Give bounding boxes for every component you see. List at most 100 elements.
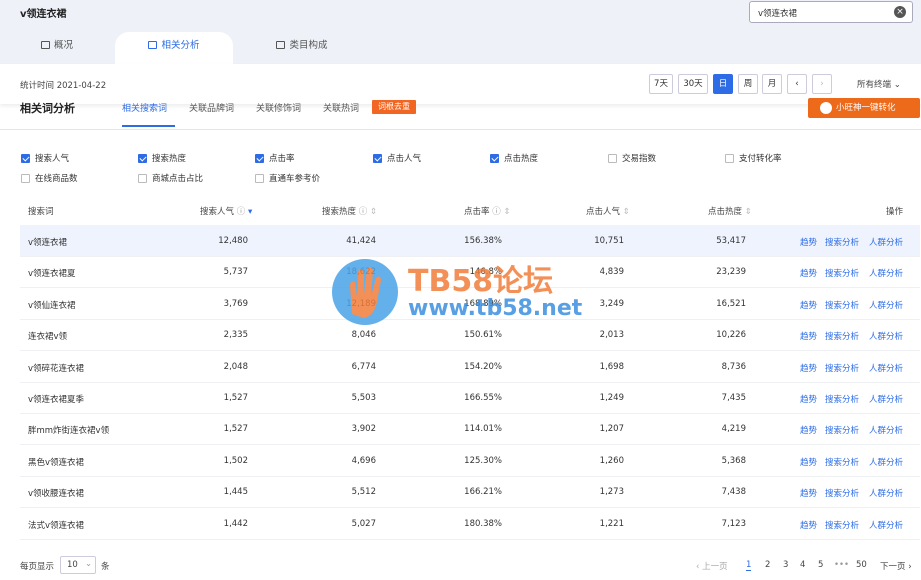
next-date-button[interactable]: › [812,74,832,94]
table-row[interactable]: v领收腰连衣裙 1,445 5,512 166.21% 1,273 7,438 趋势 搜索分析… [20,476,920,509]
tab-related-analysis[interactable]: 相关分析 [115,32,233,64]
page-50[interactable]: 50 [856,560,867,570]
value-cell: 1,445 [223,487,248,498]
page-5[interactable]: 5 [818,560,823,570]
value-cell: 1,207 [599,424,624,435]
table-row[interactable]: v领碎花连衣裙 2,048 6,774 154.20% 1,698 8,736 趋势 搜索分析… [20,351,920,383]
value-cell: 5,512 [351,487,376,498]
sort-icon: ▾ [247,207,253,217]
crowd-analysis-link[interactable]: 人群分析 [869,519,903,531]
page-2[interactable]: 2 [765,560,770,570]
sort-icon: ⇕ [369,207,378,217]
trend-link[interactable]: 趋势 [800,362,817,374]
table-row[interactable]: 胖mm炸街连衣裙v领 1,527 3,902 114.01% 1,207 4,219 趋势搜… [20,413,920,446]
value-cell: 156.38% [464,236,502,246]
trend-link[interactable]: 趋势 [800,299,817,311]
value-cell: 6,774 [351,361,376,372]
related-words-section: 相关词分析 相关搜索词 关联品牌词 关联修饰词 关联热词 词根去重 小旺神一键转… [0,98,921,130]
page-ellipsis[interactable]: ••• [834,560,849,570]
value-cell: 5,027 [351,518,376,529]
search-analysis-link[interactable]: 搜索分析 [825,299,859,311]
crowd-analysis-link[interactable]: 人群分析 [869,299,903,311]
crowd-analysis-link[interactable]: 人群分析 [869,393,903,405]
col-click-heat[interactable]: 点击热度 ⇕ [708,205,752,217]
page-3[interactable]: 3 [783,560,788,570]
search-analysis-link[interactable]: 搜索分析 [825,456,859,468]
value-cell: 166.55% [464,393,502,403]
trend-link[interactable]: 趋势 [800,393,817,405]
home-icon [276,41,286,49]
value-cell: 1,260 [599,455,624,466]
search-analysis-link[interactable]: 搜索分析 [825,424,859,436]
crowd-analysis-link[interactable]: 人群分析 [869,362,903,374]
value-cell: 1,442 [223,518,248,529]
page-4[interactable]: 4 [800,560,805,570]
prev-page-button[interactable]: ‹ 上一页 [696,560,728,572]
subtab-brand[interactable]: 关联品牌词 [189,101,234,114]
trend-link[interactable]: 趋势 [800,487,817,499]
table-row[interactable]: 法式v领连衣裙 1,442 5,027 180.38% 1,221 7,123 趋势 搜索分析… [20,508,920,540]
period-30d-button[interactable]: 30天 [678,74,708,94]
value-cell: 180.38% [464,518,502,529]
watermark-logo: TB58论坛 www.tb58.net [330,248,600,338]
home-icon [40,41,50,49]
root-dedupe-badge[interactable]: 词根去重 [372,100,416,114]
trend-link[interactable]: 趋势 [800,456,817,468]
value-cell: 3,769 [223,298,248,309]
next-page-button[interactable]: 下一页 › [880,560,912,572]
period-7d-button[interactable]: 7天 [649,74,673,94]
value-cell: 23,239 [716,267,746,278]
tab-category[interactable]: 类目构成 [262,32,342,64]
value-cell: 5,368 [721,455,746,466]
terminal-select[interactable]: 所有终端 ⌄ [857,78,901,90]
col-search-popularity[interactable]: 搜索人气 ⓘ ▾ [200,205,252,217]
home-icon [148,41,158,49]
search-analysis-link[interactable]: 搜索分析 [825,519,859,531]
value-cell: 2,335 [223,330,248,341]
crowd-analysis-link[interactable]: 人群分析 [869,236,903,248]
table-row[interactable]: v领连衣裙夏季 1,527 5,503 166.55% 1,249 7,435 趋势 搜索分析… [20,382,920,414]
table-row[interactable]: 黑色v领连衣裙 1,502 4,696 125.30% 1,260 5,368 趋势 搜索分析… [20,445,920,477]
value-cell: 7,435 [721,393,746,403]
crowd-analysis-link[interactable]: 人群分析 [869,456,903,468]
trend-link[interactable]: 趋势 [800,236,817,248]
trend-link[interactable]: 趋势 [800,424,817,436]
period-month-button[interactable]: 月 [762,74,782,94]
trend-link[interactable]: 趋势 [800,267,817,279]
convert-button[interactable]: 小旺神一键转化 [808,98,920,118]
value-cell: 12,480 [218,236,248,246]
col-search-heat[interactable]: 搜索热度 ⓘ ⇕ [322,205,377,217]
trend-link[interactable]: 趋势 [800,330,817,342]
subtab-modifier[interactable]: 关联修饰词 [256,101,301,114]
crowd-analysis-link[interactable]: 人群分析 [869,487,903,499]
per-page-select[interactable]: 10 ⌄ [60,556,96,574]
value-cell: 5,737 [223,267,248,278]
trend-link[interactable]: 趋势 [800,519,817,531]
col-ctr[interactable]: 点击率 ⓘ ⇕ [464,205,511,217]
search-input[interactable]: v领连衣裙 × [749,1,913,23]
search-analysis-link[interactable]: 搜索分析 [825,487,859,499]
subtab-hot[interactable]: 关联热词 [323,101,359,114]
wangwang-icon [820,102,832,114]
sort-icon: ⇕ [744,207,752,217]
clear-icon[interactable]: × [894,6,906,18]
value-cell: 1,502 [223,455,248,466]
page-1[interactable]: 1 [746,560,752,571]
crowd-analysis-link[interactable]: 人群分析 [869,330,903,342]
search-analysis-link[interactable]: 搜索分析 [825,236,859,248]
crowd-analysis-link[interactable]: 人群分析 [869,424,903,436]
col-click-popularity[interactable]: 点击人气 ⇕ [586,205,630,217]
tab-overview[interactable]: 概况 [22,32,92,64]
prev-date-button[interactable]: ‹ [787,74,807,94]
search-analysis-link[interactable]: 搜索分析 [825,362,859,374]
subtab-related-search[interactable]: 相关搜索词 [122,101,167,114]
active-underline [122,125,175,127]
period-day-button[interactable]: 日 [713,74,733,94]
search-analysis-link[interactable]: 搜索分析 [825,330,859,342]
crowd-analysis-link[interactable]: 人群分析 [869,267,903,279]
search-analysis-link[interactable]: 搜索分析 [825,267,859,279]
search-analysis-link[interactable]: 搜索分析 [825,393,859,405]
period-week-button[interactable]: 周 [738,74,758,94]
value-cell: 2,048 [223,361,248,372]
value-cell: 154.20% [464,361,502,372]
